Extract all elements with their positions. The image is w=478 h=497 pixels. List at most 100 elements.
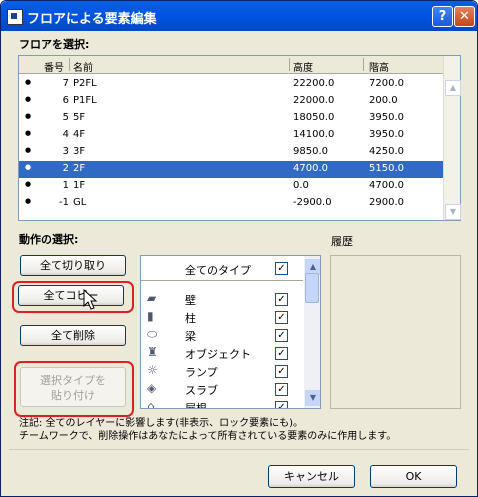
floor-height: 5150.0 [369,163,404,174]
floor-name: 3F [73,146,86,157]
app-icon [7,9,23,25]
floor-list-header: 番号 名前 高度 階高 [19,56,444,74]
floor-number: 3 [62,146,69,157]
table-row[interactable]: ● 6 P1FL 22000.0 200.0 [19,93,444,110]
floor-number: 6 [62,95,69,106]
floor-elevation: 0.0 [293,180,309,191]
floor-bullet-icon: ● [25,112,32,120]
window-title: フロアによる要素編集 [27,12,157,27]
type-checkbox[interactable]: ✓ [275,401,288,408]
col-header-number[interactable]: 番号 [44,59,64,74]
note-line-1: 注記: 全てのレイヤーに影響します(非表示、ロック要素にも)。 [19,418,304,429]
type-checkbox[interactable]: ✓ [275,293,288,306]
type-row[interactable]: ▮ 柱 ✓ [141,308,303,326]
type-label: 柱 [185,312,196,325]
floor-name: P1FL [73,95,97,106]
table-row[interactable]: ● 1 1F 0.0 4700.0 [19,178,444,195]
slab-icon: ◈ [147,381,157,395]
table-row[interactable]: ● 7 P2FL 22200.0 7200.0 [19,76,444,93]
all-types-label: 全てのタイプ [185,264,251,277]
type-checkbox[interactable]: ✓ [275,383,288,396]
type-checkbox[interactable]: ✓ [275,311,288,324]
floor-bullet-icon: ● [25,146,32,154]
table-row[interactable]: ● -1 GL -2900.0 2900.0 [19,195,444,212]
col-header-height[interactable]: 階高 [369,59,389,74]
type-label: スラブ [185,384,218,397]
col-header-elevation[interactable]: 高度 [293,59,313,74]
floor-number: 4 [62,129,69,140]
table-row[interactable]: ● 5 5F 18050.0 3950.0 [19,110,444,127]
history-list[interactable] [330,255,461,409]
floor-bullet-icon: ● [25,197,32,205]
close-button[interactable]: ✕ [454,6,475,27]
type-label: オブジェクト [185,348,251,361]
help-button[interactable]: ? [432,6,453,27]
type-row[interactable]: ⬭ 梁 ✓ [141,326,303,344]
type-label: 梁 [185,330,196,343]
types-scrollbar[interactable]: ▲ ▼ [304,256,320,408]
floor-bullet-icon: ● [25,163,32,171]
table-row[interactable]: ● 2 2F 4700.0 5150.0 [19,161,444,178]
floor-height: 200.0 [369,95,398,106]
ok-button[interactable]: OK [370,465,457,488]
table-row[interactable]: ● 3 3F 9850.0 4250.0 [19,144,444,161]
type-checkbox[interactable]: ✓ [275,347,288,360]
floor-name: GL [73,197,87,208]
lamp-icon: ☼ [147,363,158,377]
floor-elevation: 22000.0 [293,95,335,106]
types-scroll-down-icon[interactable]: ▼ [305,390,320,406]
type-row[interactable]: ⌂ 屋根 ✓ [141,398,303,409]
all-types-checkbox[interactable]: ✓ [275,262,288,275]
floor-name: P2FL [73,78,97,89]
floor-number: 2 [62,163,69,174]
floor-name: 4F [73,129,86,140]
floor-bullet-icon: ● [25,95,32,103]
floor-name: 1F [73,180,86,191]
table-row[interactable]: ● 4 4F 14100.0 3950.0 [19,127,444,144]
scroll-up-icon[interactable]: ▲ [445,80,461,96]
beam-icon: ⬭ [147,327,158,341]
type-row[interactable]: ☼ ランプ ✓ [141,362,303,380]
floor-list[interactable]: 番号 名前 高度 階高 ● 7 P2FL 22200.0 7200.0 ● 6 P1FL 220… [18,55,461,221]
wall-icon: ▰ [147,291,157,305]
type-row[interactable]: ◈ スラブ ✓ [141,380,303,398]
floor-elevation: 18050.0 [293,112,335,123]
element-types-list[interactable]: 全てのタイプ ✓ ▰ 壁 ✓ ▮ 柱 ✓ ⬭ 梁 ✓ ♜ オブジェクト ✓ ☼ ランプ ✓ ◈ スラブ ✓ ⌂ 屋根 ✓… [140,255,321,409]
divider [9,449,469,450]
floor-height: 2900.0 [369,197,404,208]
floor-elevation: 22200.0 [293,78,335,89]
floor-number: 1 [62,180,69,191]
floor-height: 4700.0 [369,180,404,191]
floor-elevation: 9850.0 [293,146,328,157]
cancel-button[interactable]: キャンセル [268,465,355,488]
floor-height: 3950.0 [369,129,404,140]
types-scroll-thumb[interactable] [305,273,319,303]
floor-number: 7 [62,78,69,89]
col-header-name[interactable]: 名前 [73,59,93,74]
floor-elevation: 14100.0 [293,129,335,140]
floor-number: 5 [62,112,69,123]
type-row[interactable]: ♜ オブジェクト ✓ [141,344,303,362]
paste-label-line1: 選択タイプを [40,374,106,387]
floor-section-label: フロアを選択: [19,38,90,51]
roof-icon: ⌂ [147,399,155,409]
paste-selected-types-button[interactable]: 選択タイプを 貼り付け [20,367,126,407]
type-label: ランプ [185,366,218,379]
type-row[interactable]: ▰ 壁 ✓ [141,290,303,308]
type-checkbox[interactable]: ✓ [275,365,288,378]
delete-all-button[interactable]: 全て削除 [20,325,126,346]
note-line-2: チームワークで、削除操作はあなたによって所有されている要素のみに作用します。 [19,431,397,442]
floor-list-scrollbar[interactable]: ▲ ▼ [443,56,461,220]
dialog-window: フロアによる要素編集 ? ✕ フロアを選択: 番号 名前 高度 階高 ● 7 P2F… [0,0,478,497]
action-section-label: 動作の選択: [19,233,79,246]
floor-bullet-icon: ● [25,78,32,86]
type-checkbox[interactable]: ✓ [275,329,288,342]
floor-name: 5F [73,112,86,123]
all-types-row[interactable]: 全てのタイプ ✓ [141,256,303,281]
scroll-down-icon[interactable]: ▼ [445,204,461,220]
floor-elevation: 4700.0 [293,163,328,174]
cut-all-button[interactable]: 全て切り取り [20,255,126,276]
title-bar[interactable]: フロアによる要素編集 ? ✕ [1,1,477,31]
mouse-cursor-icon [83,289,98,310]
copy-all-button[interactable]: 全てコピー [18,285,124,306]
